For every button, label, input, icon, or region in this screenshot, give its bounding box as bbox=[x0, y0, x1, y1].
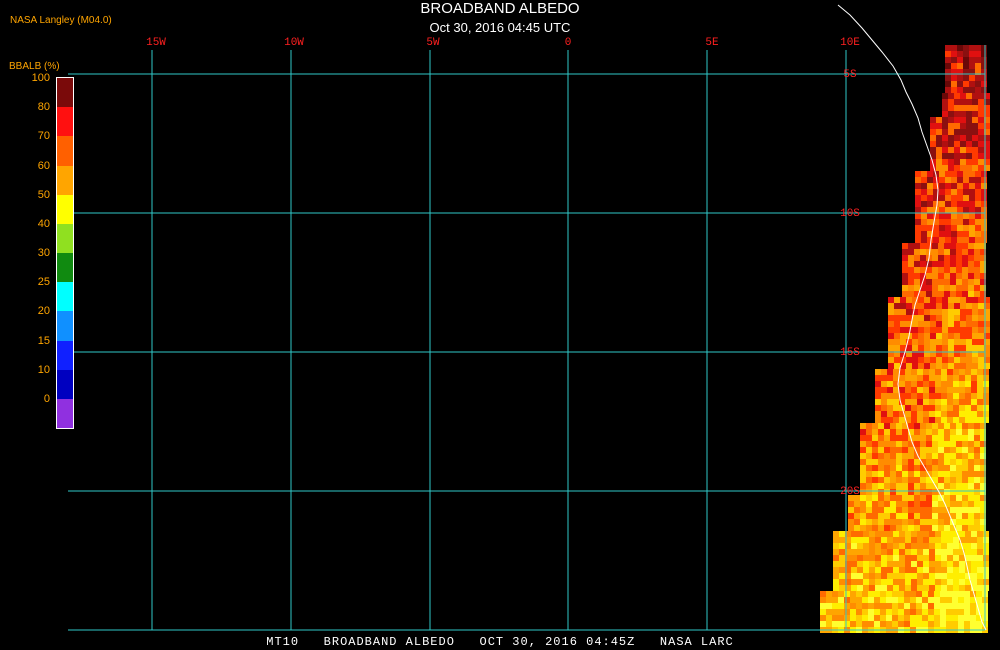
lon-label-5e: 5E bbox=[705, 37, 719, 49]
albedo-map: 15W 10W 5W 0 5E 10E 5S 10S 15S 20S bbox=[68, 4, 990, 633]
color-scale-label: 100 bbox=[31, 72, 50, 84]
lon-label-0: 0 bbox=[565, 37, 572, 49]
latitude-labels: 5S 10S 15S 20S bbox=[840, 69, 860, 498]
color-scale-label: 25 bbox=[37, 276, 50, 289]
color-scale-label: 0 bbox=[43, 392, 50, 405]
color-scale-label: 30 bbox=[37, 247, 50, 259]
color-scale-label: 40 bbox=[37, 217, 50, 230]
color-scale-label: 70 bbox=[37, 130, 50, 143]
longitude-labels: 15W 10W 5W 0 5E 10E bbox=[146, 37, 860, 49]
color-scale-label: 60 bbox=[37, 159, 50, 172]
lat-label-5s: 5S bbox=[843, 69, 857, 81]
color-scale-label: 50 bbox=[37, 188, 50, 201]
lon-label-15w: 15W bbox=[146, 37, 166, 49]
lat-label-20s: 20S bbox=[840, 486, 860, 498]
color-scale-label: 80 bbox=[37, 101, 50, 114]
color-scale-label: 15 bbox=[37, 334, 50, 347]
lon-label-10e: 10E bbox=[840, 37, 860, 49]
color-scale-label: 10 bbox=[37, 363, 50, 376]
color-scale-label: 20 bbox=[37, 305, 50, 318]
lon-label-5w: 5W bbox=[426, 37, 440, 49]
lon-label-10w: 10W bbox=[284, 37, 304, 49]
lat-label-15s: 15S bbox=[840, 347, 860, 359]
lat-label-10s: 10S bbox=[840, 208, 860, 220]
color-scale-labels: 100 80 70 60 50 40 30 25 20 15 10 0 bbox=[0, 0, 80, 650]
footer-caption: MT10 BROADBAND ALBEDO OCT 30, 2016 04:45… bbox=[266, 635, 734, 649]
